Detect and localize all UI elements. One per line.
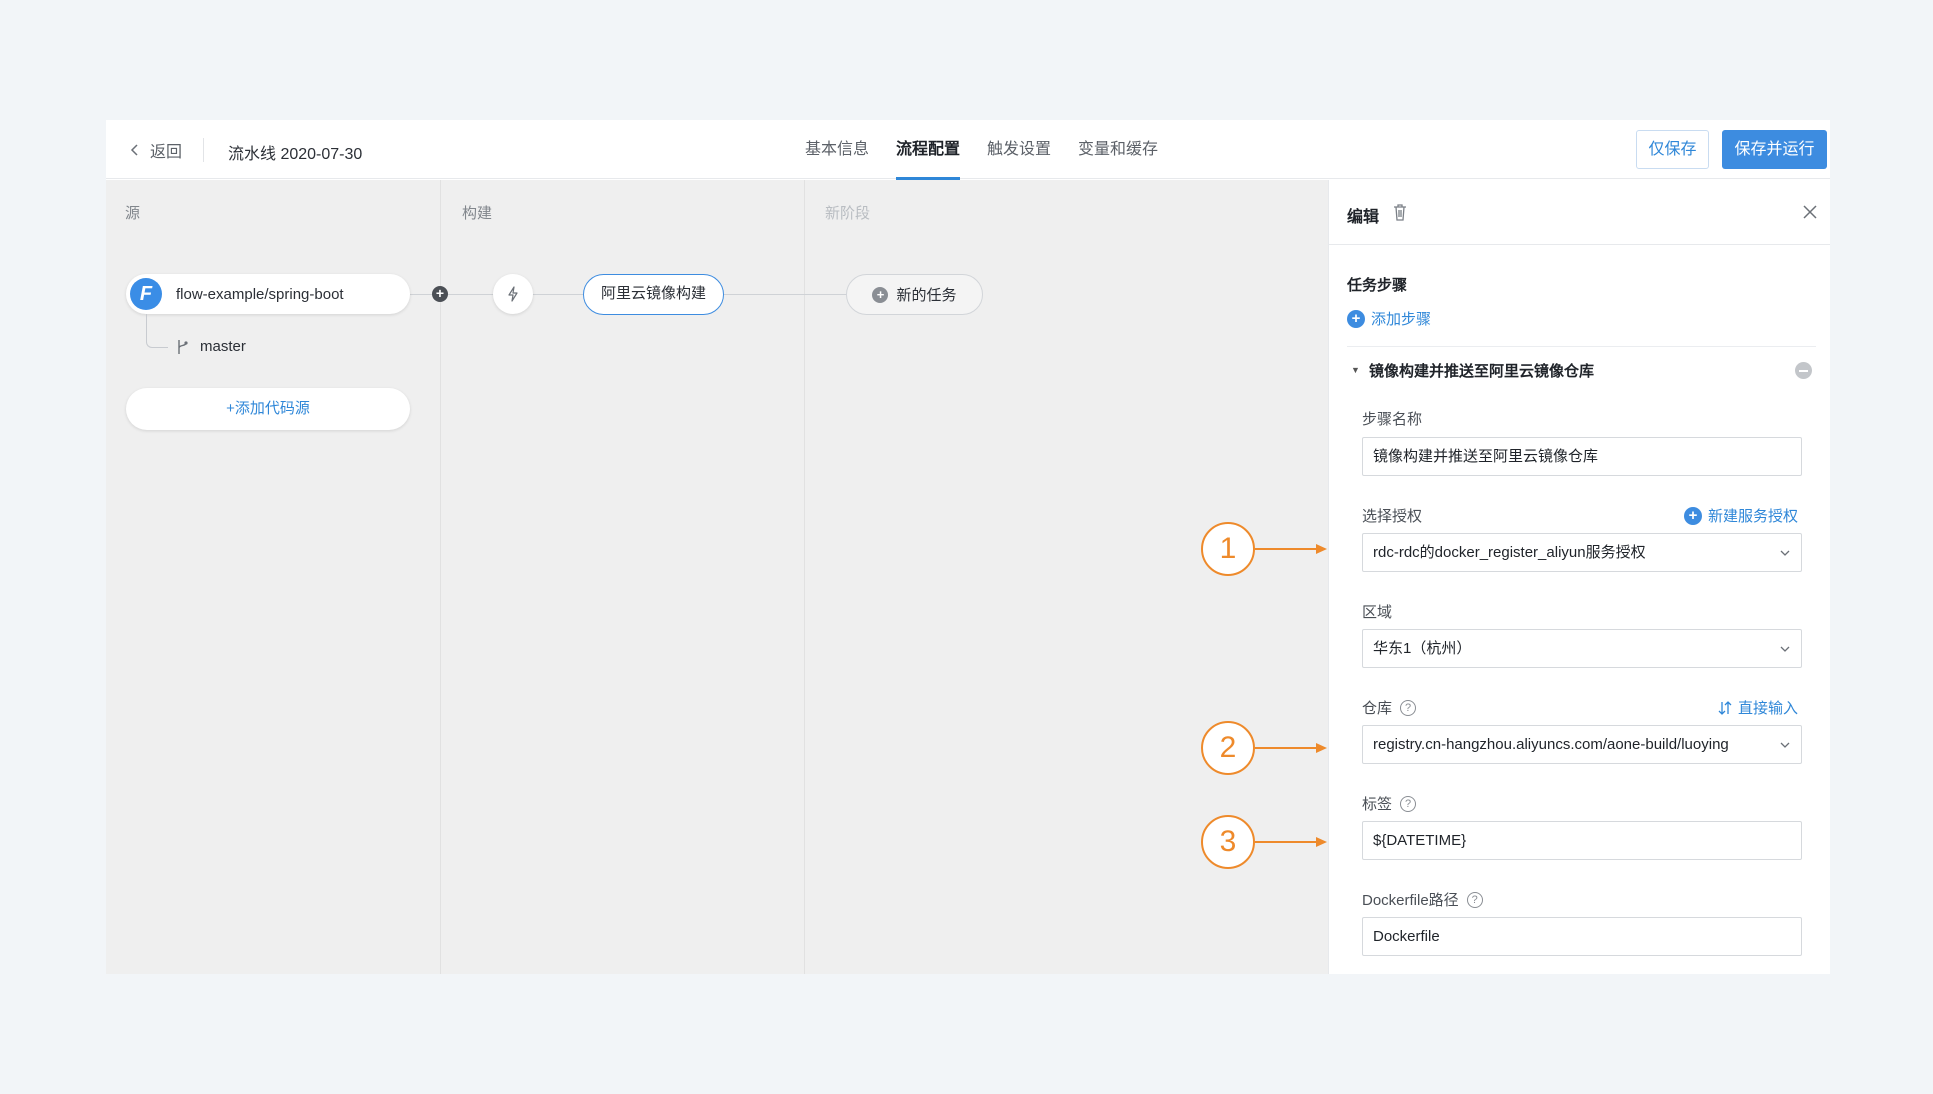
direct-input-link[interactable]: 直接输入 (1718, 697, 1798, 718)
remove-step-icon[interactable] (1795, 362, 1812, 379)
stage-divider (804, 180, 805, 974)
caret-down-icon[interactable]: ▼ (1351, 365, 1361, 375)
step-name-input[interactable]: 镜像构建并推送至阿里云镜像仓库 (1362, 437, 1802, 476)
help-icon[interactable]: ? (1400, 699, 1417, 716)
repo-label: 仓库 ? (1362, 697, 1417, 718)
step-name-label: 步骤名称 (1362, 408, 1422, 429)
plus-circle-icon: + (1347, 309, 1365, 328)
stage-label-source: 源 (125, 205, 141, 222)
step-group-title: 镜像构建并推送至阿里云镜像仓库 (1369, 362, 1595, 380)
step-name-label-text: 步骤名称 (1362, 411, 1423, 428)
swap-icon (1718, 700, 1732, 715)
repo-select-value: registry.cn-hangzhou.aliyuncs.com/aone-b… (1373, 736, 1729, 753)
repo-select[interactable]: registry.cn-hangzhou.aliyuncs.com/aone-b… (1362, 725, 1802, 764)
direct-input-label: 直接输入 (1737, 700, 1798, 717)
back-button[interactable]: 返回 (128, 138, 182, 162)
dockerfile-input[interactable]: Dockerfile (1362, 917, 1802, 956)
tag-input[interactable]: ${DATETIME} (1362, 821, 1802, 860)
annotation-arrow-3 (1255, 837, 1327, 847)
add-source-button[interactable]: +添加代码源 (126, 388, 410, 430)
auth-label-text: 选择授权 (1362, 508, 1423, 525)
new-task-label: 新的任务 (896, 287, 957, 304)
edit-panel: 编辑 任务步骤 + 添加步骤 ▼ 镜像构建并推送至阿里云镜像仓库 步骤名称 镜像… (1328, 180, 1830, 974)
chevron-down-icon (1780, 550, 1790, 556)
panel-header: 编辑 (1329, 180, 1830, 245)
region-select[interactable]: 华东1（杭州） (1362, 629, 1802, 668)
top-bar: 返回 流水线 2020-07-30 基本信息 流程配置 触发设置 变量和缓存 仅… (106, 120, 1830, 180)
source-repo-name: flow-example/spring-boot (176, 285, 344, 303)
new-task-button[interactable]: + 新的任务 (846, 274, 983, 315)
branch-connector (146, 314, 168, 348)
header-divider (203, 138, 204, 162)
stage-label-build: 构建 (462, 205, 493, 222)
tab-variables-cache[interactable]: 变量和缓存 (1078, 120, 1158, 179)
divider (1347, 346, 1816, 347)
tab-flow-config[interactable]: 流程配置 (896, 120, 961, 180)
tab-bar: 基本信息 流程配置 触发设置 变量和缓存 (805, 120, 1158, 180)
dockerfile-label-text: Dockerfile路径 (1362, 892, 1459, 909)
plus-circle-icon: + (1683, 506, 1702, 525)
back-label: 返回 (150, 144, 183, 161)
add-step-button[interactable]: + 添加步骤 (1347, 308, 1431, 329)
section-title: 任务步骤 (1347, 277, 1408, 294)
plus-circle-icon: + (872, 286, 889, 303)
region-label: 区域 (1362, 601, 1392, 622)
chevron-down-icon (1780, 646, 1790, 652)
save-and-run-button[interactable]: 保存并运行 (1722, 130, 1827, 169)
trigger-node[interactable] (493, 274, 533, 314)
new-auth-label: 新建服务授权 (1707, 508, 1798, 525)
stage-label-new: 新阶段 (825, 205, 871, 222)
auth-label: 选择授权 (1362, 505, 1422, 526)
dockerfile-label: Dockerfile路径 ? (1362, 889, 1483, 910)
pipeline-title: 流水线 2020-07-30 (228, 146, 363, 163)
lightning-icon (508, 286, 518, 302)
branch-icon (178, 340, 188, 354)
tag-label-text: 标签 (1362, 796, 1393, 813)
close-icon[interactable] (1802, 204, 1818, 220)
tab-basic-info[interactable]: 基本信息 (805, 120, 869, 179)
annotation-marker-2: 2 (1201, 721, 1255, 775)
pipeline-editor: 返回 流水线 2020-07-30 基本信息 流程配置 触发设置 变量和缓存 仅… (106, 120, 1830, 974)
panel-title: 编辑 (1347, 209, 1380, 226)
annotation-arrow-1 (1255, 544, 1327, 554)
add-step-label: 添加步骤 (1371, 311, 1432, 328)
chevron-left-icon (130, 144, 138, 156)
auth-select[interactable]: rdc-rdc的docker_register_aliyun服务授权 (1362, 533, 1802, 572)
branch-name: master (200, 338, 246, 355)
region-select-value: 华东1（杭州） (1373, 640, 1472, 657)
annotation-marker-3: 3 (1201, 815, 1255, 869)
trash-icon[interactable] (1391, 202, 1409, 222)
annotation-arrow-2 (1255, 743, 1327, 753)
auth-select-value: rdc-rdc的docker_register_aliyun服务授权 (1373, 544, 1646, 561)
annotation-marker-1: 1 (1201, 522, 1255, 576)
repo-label-text: 仓库 (1362, 700, 1393, 717)
chevron-down-icon (1780, 742, 1790, 748)
source-node[interactable]: F flow-example/spring-boot (126, 274, 410, 314)
help-icon[interactable]: ? (1466, 891, 1483, 908)
new-auth-link[interactable]: + 新建服务授权 (1683, 505, 1798, 526)
pipeline-canvas: 源 构建 新阶段 F flow-example/spring-boot mast… (106, 180, 1328, 974)
flow-logo-icon: F (130, 278, 162, 310)
tag-label: 标签 ? (1362, 793, 1417, 814)
help-icon[interactable]: ? (1400, 795, 1417, 812)
region-label-text: 区域 (1362, 604, 1393, 621)
tab-trigger-settings[interactable]: 触发设置 (987, 120, 1051, 179)
build-task-node[interactable]: 阿里云镜像构建 (583, 274, 724, 315)
add-stage-button[interactable]: + (432, 286, 448, 302)
step-group-header[interactable]: ▼ 镜像构建并推送至阿里云镜像仓库 (1351, 360, 1812, 380)
save-only-button[interactable]: 仅保存 (1636, 130, 1709, 169)
